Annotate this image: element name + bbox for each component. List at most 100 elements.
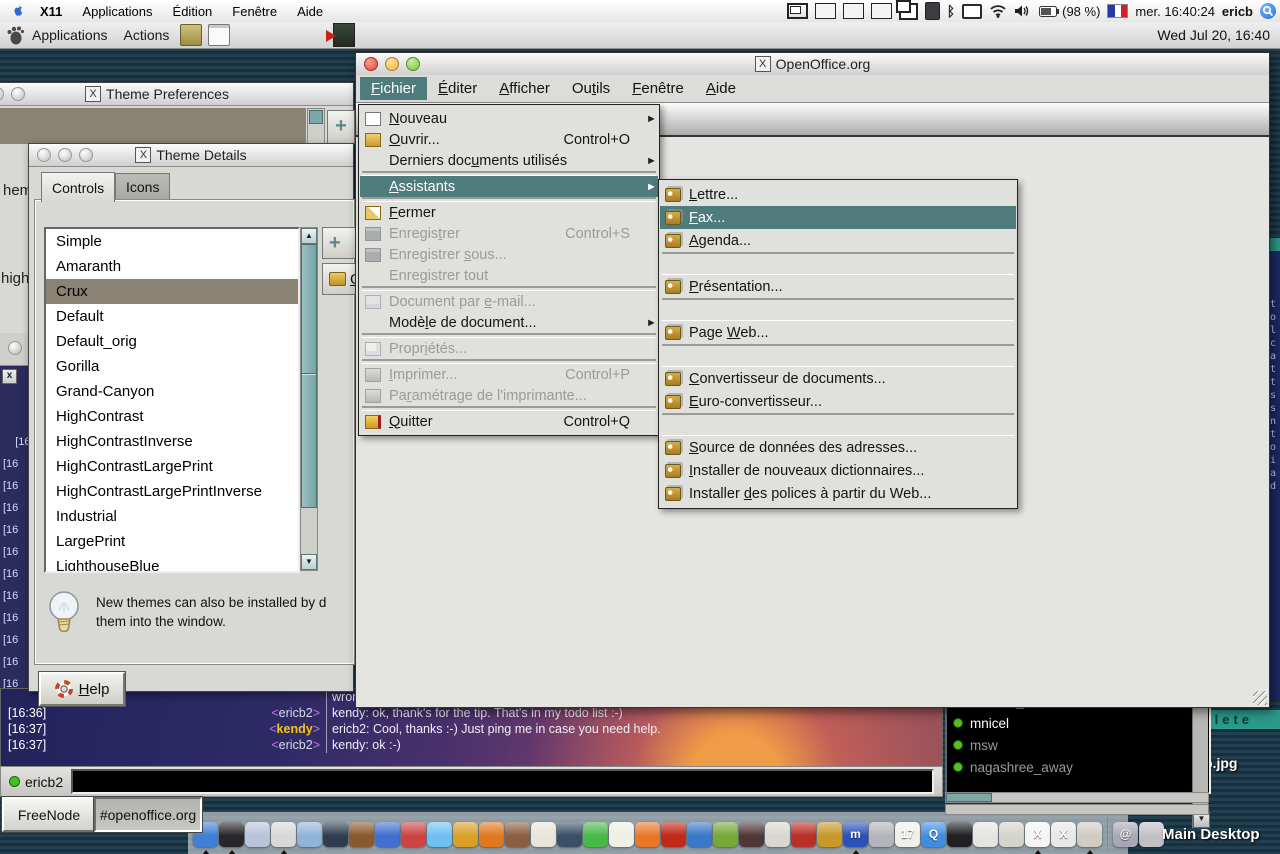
assistants-menu-item[interactable]: Page Web... ► [660,321,1016,344]
menubar-item[interactable]: Fichier [360,77,427,100]
logout-launcher-icon[interactable] [333,23,355,47]
app-status-icon[interactable] [925,2,940,20]
file-menu-item[interactable]: Propriétés... ► [360,338,658,359]
nagashree_away[interactable]: nagashree_away [947,756,1209,778]
file-menu-item[interactable]: Nouveau ► [360,108,658,129]
file-menu-item[interactable]: Enregistrer Control+S ► [360,223,658,244]
mac-menu-item[interactable]: Édition [163,4,223,19]
mac-menu-item[interactable]: Aide [287,4,333,19]
assistants-menu-item[interactable]: ► [662,344,1014,367]
selected-theme-row[interactable] [0,108,306,144]
irc-message-input[interactable] [71,769,934,794]
help-button[interactable]: Help [39,672,125,706]
theme-list[interactable]: Simple Amaranth Crux Default Default_ori… [44,227,300,573]
assistants-menu-item[interactable]: Installer de nouveaux dictionnaires... ► [660,459,1016,482]
theme-list-item[interactable]: HighContrast [46,404,298,429]
theme-list-item[interactable]: Crux [46,279,298,304]
panel-clock[interactable]: Wed Jul 20, 16:40 [1157,27,1270,43]
theme-list-item[interactable]: Industrial [46,504,298,529]
theme-list-item[interactable]: HighContrastLargePrintInverse [46,479,298,504]
bluetooth-icon[interactable]: ᛒ [947,3,955,19]
menubar-item[interactable]: Fenêtre [621,77,695,100]
window-launcher-icon[interactable] [208,24,230,46]
openoffice-titlebar[interactable]: X OpenOffice.org [356,53,1269,76]
mnicel[interactable]: mnicel [947,712,1209,734]
theme-list-item[interactable]: HighContrastLargePrint [46,454,298,479]
horizontal-scrollbar[interactable] [945,792,1209,803]
assistants-menu-item[interactable]: Source de données des adresses... ► [660,436,1016,459]
fast-user-switch[interactable]: ericb [1222,4,1253,19]
assistants-menu-item[interactable]: Lettre... ► [660,183,1016,206]
assistants-menu-item[interactable]: Euro-convertisseur... ► [660,390,1016,413]
mac-menu-item[interactable]: Fenêtre [222,4,287,19]
mac-menu-item[interactable]: X11 [30,4,72,19]
workspace-1-icon[interactable] [787,3,808,19]
theme-details-titlebar[interactable]: X Theme Details [29,144,353,167]
menubar-item[interactable]: Outils [561,77,621,100]
menubar-item[interactable]: Aide [695,77,747,100]
prefs-scrollbar-fragment[interactable] [307,108,325,146]
assistants-menu-item[interactable]: ► [662,298,1014,321]
theme-list-item[interactable]: Amaranth [46,254,298,279]
gnome-menu-item[interactable]: Applications [24,27,116,43]
gnome-foot-icon[interactable] [6,25,24,45]
menubar-item[interactable]: Éditer [427,77,488,100]
file-menu-item[interactable]: Derniers documents utilisés ► [360,150,658,171]
battery-icon[interactable] [1039,6,1059,17]
volume-icon[interactable] [1014,4,1032,18]
theme-list-item[interactable]: Default [46,304,298,329]
file-menu-item[interactable]: Modèle de document... ► [360,312,658,333]
mac-menu-item[interactable]: Applications [72,4,162,19]
scroll-up-icon[interactable]: ▲ [301,228,317,244]
file-manager-launcher-icon[interactable] [180,24,202,46]
theme-list-item[interactable]: Gorilla [46,354,298,379]
msw[interactable]: msw [947,734,1209,756]
horizontal-scrollbar[interactable] [945,804,1209,815]
scroll-down-icon[interactable]: ▼ [301,554,317,570]
window-switcher-icon[interactable] [899,3,918,20]
file-menu-item[interactable]: Paramétrage de l'imprimante... ► [360,385,658,406]
apple-icon[interactable] [10,3,26,19]
theme-list-item[interactable]: Default_orig [46,329,298,354]
workspace-3-icon[interactable] [843,3,864,19]
file-menu-item[interactable]: Enregistrer tout ► [360,265,658,286]
irc-server-tab[interactable]: FreeNode [2,797,96,832]
menubar-item[interactable]: Afficher [488,77,561,100]
resize-grip[interactable] [1253,691,1267,705]
tab-controls[interactable]: Controls [41,172,115,202]
file-menu-item[interactable]: Quitter Control+Q ► [360,411,658,432]
workspace-2-icon[interactable] [815,3,836,19]
install-theme-button-fragment[interactable]: + [327,110,355,144]
theme-list-item[interactable]: LighthouseBlue [46,554,298,573]
irc-channel-tab[interactable]: #openoffice.org [94,797,202,832]
menubar-clock[interactable]: mer. 16:40:24 [1135,4,1215,19]
theme-list-scrollbar[interactable]: ▲ ▼ [300,227,318,571]
displays-icon[interactable] [962,4,982,19]
theme-preferences-titlebar[interactable]: X Theme Preferences [0,83,353,106]
file-menu-item[interactable]: Imprimer... Control+P ► [360,364,658,385]
close-icon[interactable]: x [2,369,17,384]
assistants-menu-item[interactable]: Présentation... ► [660,275,1016,298]
scrollbar-thumb[interactable] [301,244,317,508]
assistants-menu-item[interactable]: ► [662,413,1014,436]
gnome-menu-item[interactable]: Actions [116,27,178,43]
file-menu-item[interactable]: Document par e-mail... ► [360,291,658,312]
assistants-menu-item[interactable]: ► [662,252,1014,275]
theme-list-item[interactable]: HighContrastInverse [46,429,298,454]
assistants-menu-item[interactable]: Agenda... ► [660,229,1016,252]
assistants-menu-item[interactable]: Installer des polices à partir du Web...… [660,482,1016,505]
french-flag-icon[interactable] [1107,4,1128,18]
current-nick[interactable]: ericb2 [25,774,63,790]
theme-list-item[interactable]: LargePrint [46,529,298,554]
wifi-icon[interactable] [989,4,1007,18]
tab-icons[interactable]: Icons [115,173,170,200]
assistants-menu-item[interactable]: Convertisseur de documents... ► [660,367,1016,390]
theme-list-item[interactable]: Grand-Canyon [46,379,298,404]
file-menu-item[interactable]: Assistants ► [360,176,658,197]
theme-list-item[interactable]: Simple [46,229,298,254]
file-menu-item[interactable]: Ouvrir... Control+O ► [360,129,658,150]
file-menu-item[interactable]: Enregistrer sous... ► [360,244,658,265]
assistants-menu-item[interactable]: Fax... ► [660,206,1016,229]
spotlight-icon[interactable] [1260,3,1276,19]
file-menu-item[interactable]: Fermer ► [360,202,658,223]
